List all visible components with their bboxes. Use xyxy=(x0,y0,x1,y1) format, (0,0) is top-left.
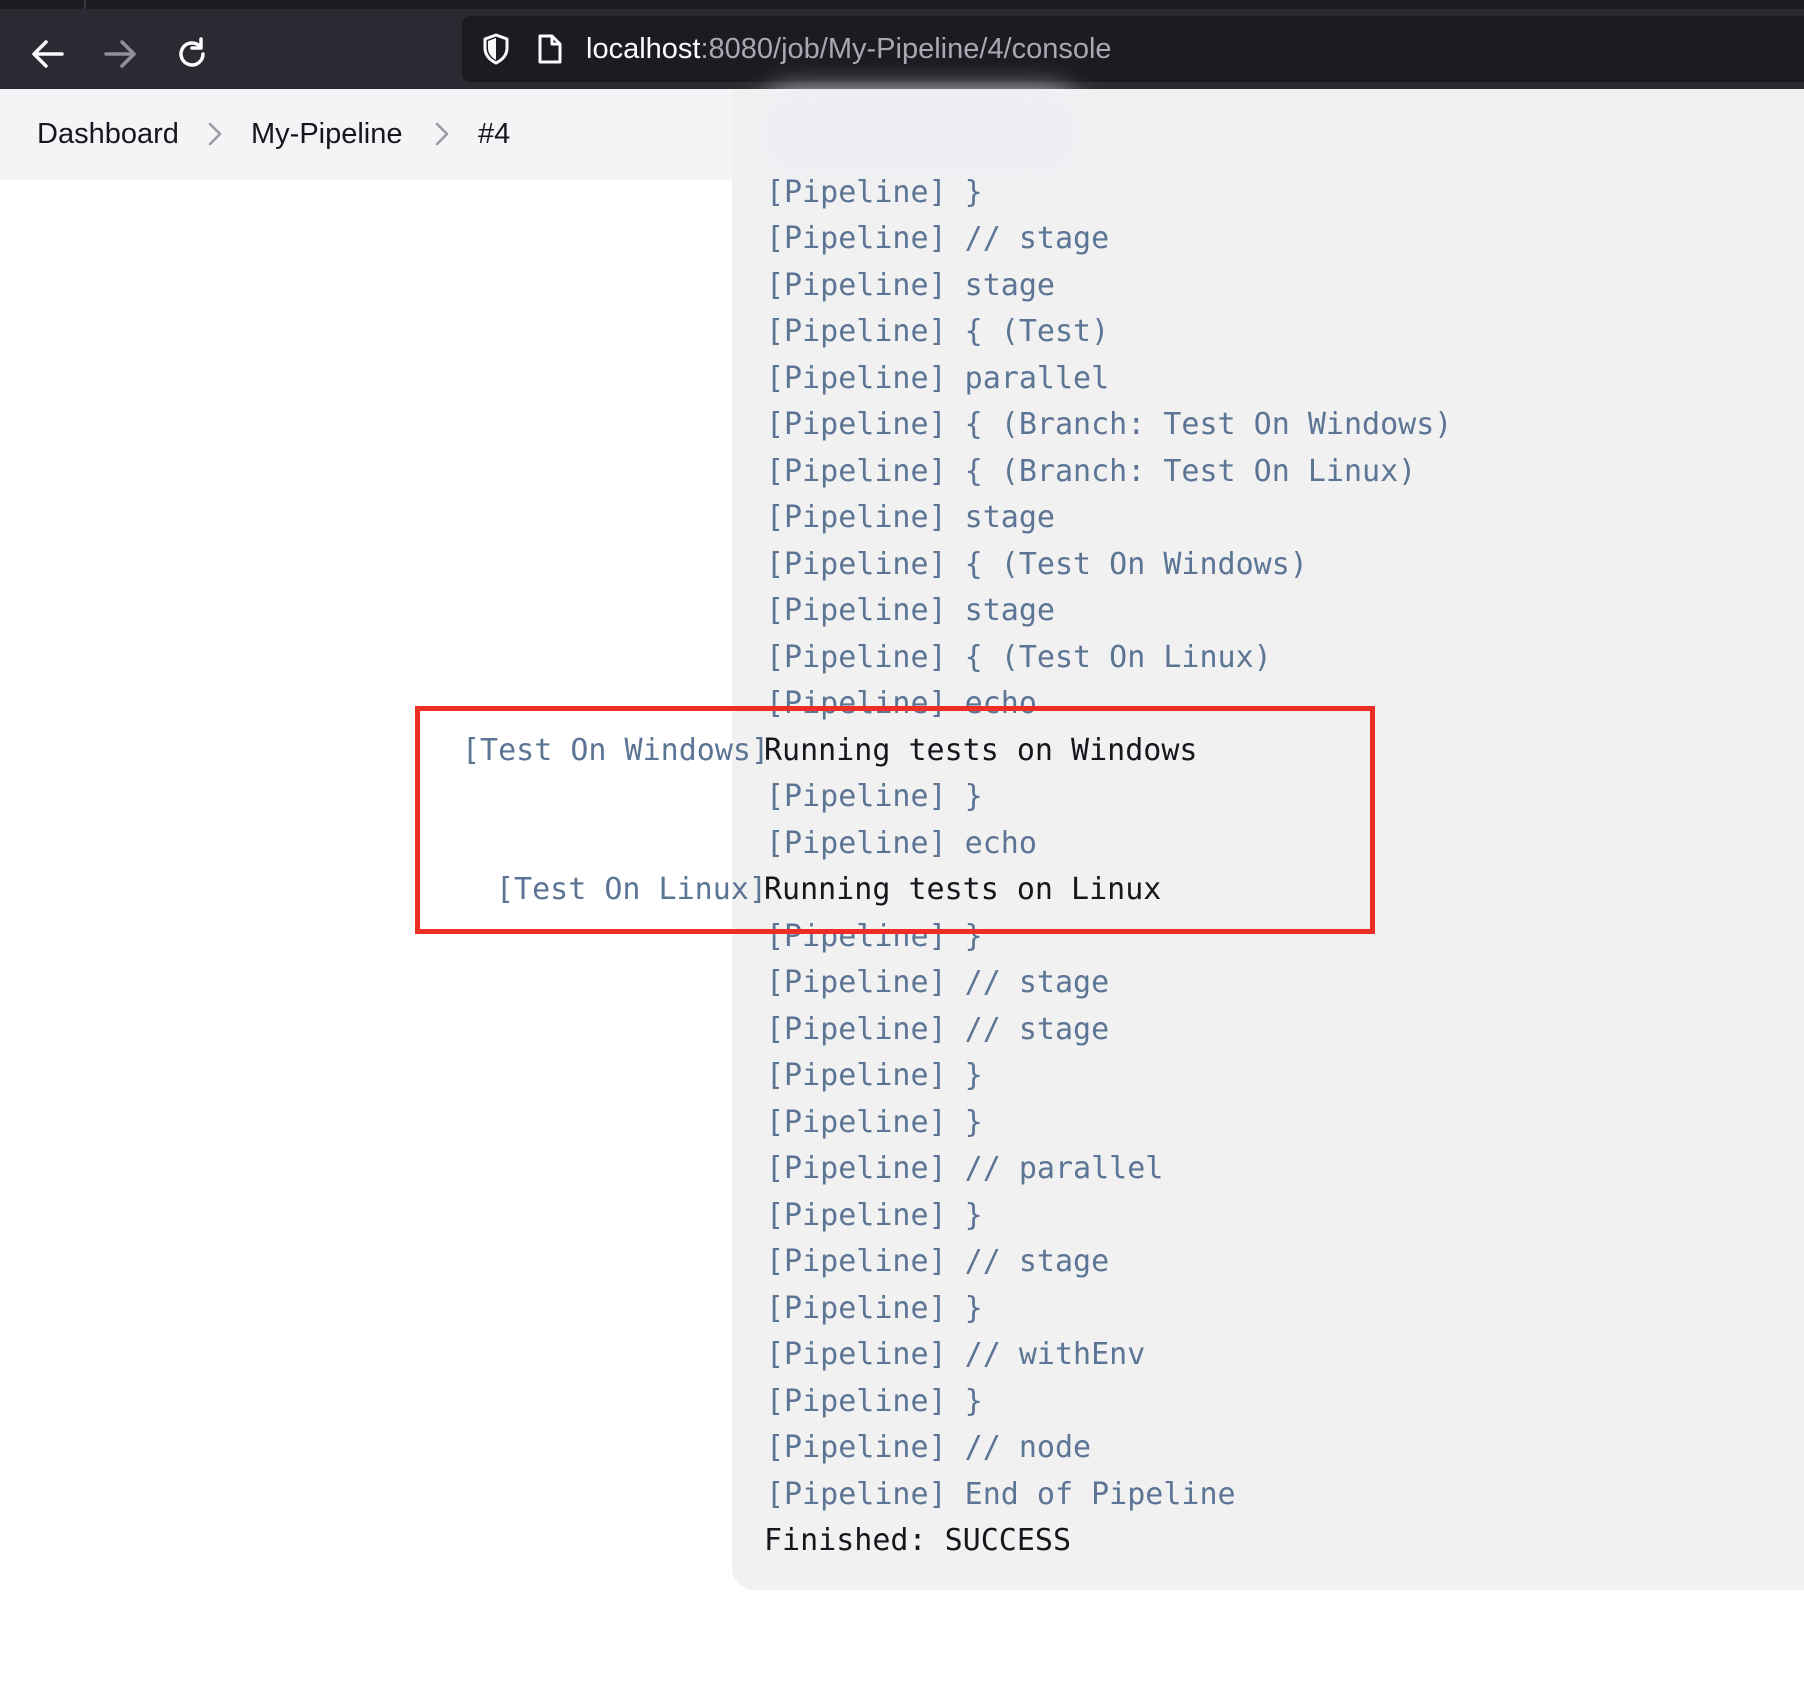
log-line: [Pipeline] // stage xyxy=(766,221,1110,256)
log-line: [Pipeline] // withEnv xyxy=(766,1337,1146,1372)
log-line: [Pipeline] stage xyxy=(766,593,1055,628)
forward-arrow-icon xyxy=(104,40,136,68)
reload-icon xyxy=(179,37,205,67)
url-host: localhost xyxy=(586,33,701,65)
log-line: [Pipeline] // stage xyxy=(766,965,1110,1000)
url-path: :8080/job/My-Pipeline/4/console xyxy=(700,33,1112,65)
tab-strip xyxy=(0,0,1804,9)
log-line: [Pipeline] { (Branch: Test On Linux) xyxy=(766,454,1417,489)
log-line: [Pipeline] } xyxy=(766,1198,983,1233)
chevron-right-icon xyxy=(435,122,449,146)
shield-icon[interactable] xyxy=(478,31,514,67)
log-line: [Pipeline] parallel xyxy=(766,361,1110,396)
log-line: [Pipeline] } xyxy=(766,1384,983,1419)
log-line: [Pipeline] { (Branch: Test On Windows) xyxy=(766,407,1453,442)
page-icon[interactable] xyxy=(532,31,568,67)
back-arrow-icon xyxy=(32,40,64,68)
log-line: [Pipeline] } xyxy=(766,1291,983,1326)
log-line: [Pipeline] // stage xyxy=(766,1244,1110,1279)
log-line: [Pipeline] } xyxy=(766,175,983,210)
log-line: [Pipeline] { (Test On Windows) xyxy=(766,547,1308,582)
forward-button[interactable] xyxy=(95,29,145,79)
breadcrumb-my-pipeline[interactable]: My-Pipeline xyxy=(251,117,403,151)
log-line: [Pipeline] } xyxy=(766,1105,983,1140)
reload-button[interactable] xyxy=(167,29,217,79)
browser-toolbar: localhost:8080/job/My-Pipeline/4/console xyxy=(0,9,1804,89)
chevron-right-icon xyxy=(208,122,222,146)
log-line: [Pipeline] End of Pipeline xyxy=(766,1477,1236,1512)
log-line: [Pipeline] { (Test On Linux) xyxy=(766,640,1272,675)
back-button[interactable] xyxy=(23,29,73,79)
log-line: [Pipeline] stage xyxy=(766,500,1055,535)
url-text[interactable]: localhost:8080/job/My-Pipeline/4/console xyxy=(586,32,1112,66)
log-line: [Pipeline] // parallel xyxy=(766,1151,1164,1186)
highlight-annotation-box xyxy=(415,706,1375,934)
breadcrumb-build-number[interactable]: #4 xyxy=(478,117,510,151)
log-line: [Pipeline] } xyxy=(766,1058,983,1093)
finished-status: Finished: SUCCESS xyxy=(764,1523,1072,1558)
log-line: [Pipeline] // node xyxy=(766,1430,1092,1465)
log-line: [Pipeline] stage xyxy=(766,268,1055,303)
log-line: [Pipeline] { (Test) xyxy=(766,314,1110,349)
log-line: [Pipeline] // stage xyxy=(766,1012,1110,1047)
tab-separator xyxy=(84,0,86,9)
address-bar[interactable]: localhost:8080/job/My-Pipeline/4/console xyxy=(462,16,1804,82)
breadcrumb-dashboard[interactable]: Dashboard xyxy=(37,117,179,151)
console-header-blur xyxy=(760,92,1080,176)
